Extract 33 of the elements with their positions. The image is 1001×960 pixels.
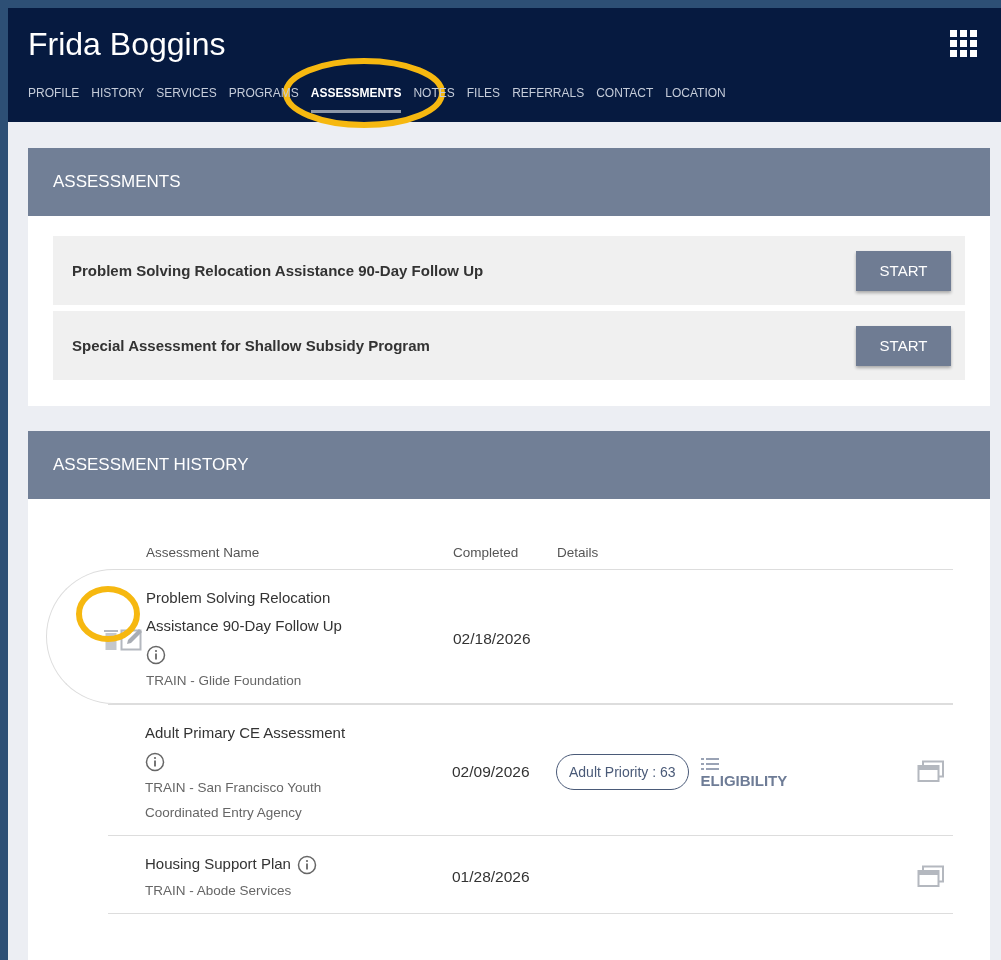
info-icon[interactable] xyxy=(145,752,165,773)
column-header: Details xyxy=(557,545,600,562)
assessment-name: Problem Solving Relocation Assistance 90-Day Follow Up xyxy=(72,262,484,279)
organization-name: TRAIN - Glide Foundation xyxy=(146,672,303,690)
completed-date: 02/09/2026 xyxy=(452,762,531,782)
completed-date: 01/28/2026 xyxy=(452,866,531,887)
assessment-name: Housing Support Plan xyxy=(145,855,291,872)
list-icon xyxy=(700,757,719,770)
organization-name: TRAIN - San Francisco Youth Coordinated Entry Agency xyxy=(145,779,323,822)
tab[interactable]: HISTORY xyxy=(91,86,145,113)
tab[interactable]: PROFILE xyxy=(28,86,80,113)
start-button[interactable]: START xyxy=(856,250,951,291)
highlight-ring xyxy=(75,585,141,643)
assessment-name: Special Assessment for Shallow Subsidy Program xyxy=(72,337,430,354)
tab[interactable]: LOCATION xyxy=(665,86,726,113)
apps-grid-icon[interactable] xyxy=(950,30,978,58)
client-name: Frida Boggins xyxy=(28,25,226,63)
tab[interactable]: CONTACT xyxy=(596,86,654,113)
column-header: Assessment Name xyxy=(146,545,261,562)
assessment-name: Adult Primary CE Assessment xyxy=(145,724,346,741)
info-icon[interactable] xyxy=(296,855,317,876)
tab[interactable]: FILES xyxy=(466,86,501,113)
eligibility-link[interactable]: ELIGIBILITY xyxy=(700,771,788,789)
section-header: ASSESSMENT HISTORY xyxy=(28,431,990,499)
tab[interactable]: SERVICES xyxy=(156,86,217,113)
tab[interactable]: REFERRALS xyxy=(512,86,585,113)
completed-date: 02/18/2026 xyxy=(453,628,532,649)
section-header: ASSESSMENTS xyxy=(28,148,990,216)
info-icon[interactable] xyxy=(146,645,166,666)
organization-name: TRAIN - Abode Services xyxy=(145,882,293,900)
start-button[interactable]: START xyxy=(856,325,951,366)
column-header: Completed xyxy=(453,545,520,562)
assessment-name: Problem Solving Relocation Assistance 90-Day Follow Up xyxy=(146,589,342,634)
